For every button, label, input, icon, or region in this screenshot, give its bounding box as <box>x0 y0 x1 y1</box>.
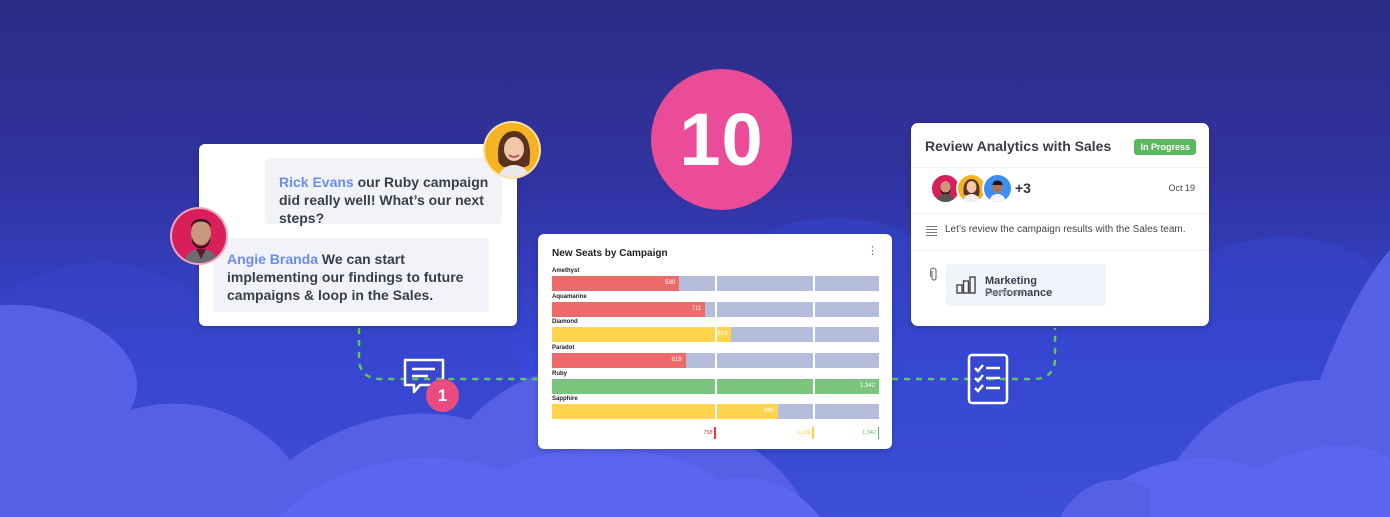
threshold-label: 1,106 <box>796 430 811 436</box>
threshold-marker <box>714 427 716 439</box>
bar-track: 814 <box>552 327 879 343</box>
category-label: Amethyst <box>552 268 580 274</box>
gridline <box>714 327 717 343</box>
divider <box>911 167 1209 168</box>
more-menu-icon[interactable]: ⋮ <box>867 246 878 257</box>
category-label: Aquamarine <box>552 293 587 300</box>
bar-value-label: 711 <box>691 305 702 312</box>
chart-row: Aquamarine 711 <box>552 294 879 320</box>
bar-value-label: 590 <box>665 280 676 286</box>
due-date: Oct 19 <box>1168 183 1195 193</box>
threshold-axis: 758 1,106 1,342 <box>552 427 879 441</box>
message-author[interactable]: Angie Branda <box>227 251 318 267</box>
number-badge: 10 <box>651 69 792 210</box>
bar[interactable] <box>552 353 686 369</box>
chart-row: Amethyst 590 <box>552 268 879 294</box>
message-author[interactable]: Rick Evans <box>279 174 354 190</box>
man-avatar <box>170 207 228 265</box>
bar[interactable] <box>552 404 779 420</box>
bar-value-label: 1,342 <box>859 382 875 389</box>
category-label: Ruby <box>552 370 567 377</box>
chart-row: Diamond 814 <box>552 319 879 345</box>
bar[interactable] <box>552 276 680 291</box>
woman-avatar <box>483 121 541 179</box>
bar-chart-icon <box>956 276 976 294</box>
checklist-icon[interactable] <box>967 353 1009 405</box>
category-label: Sapphire <box>552 396 578 403</box>
paperclip-icon <box>930 267 937 281</box>
threshold-label: 1,342 <box>862 430 876 436</box>
bar[interactable] <box>552 301 706 317</box>
gridline <box>812 276 815 291</box>
bar-track: 619 <box>552 353 879 369</box>
gridline <box>714 404 717 420</box>
gridline <box>812 404 815 420</box>
attachment-subtitle: Dashboard <box>985 288 1025 297</box>
bar-value-label: 814 <box>717 331 728 338</box>
task-description: Let’s review the campaign results with t… <box>945 224 1186 235</box>
assignee-avatar <box>982 173 1013 204</box>
chat-card: Rick Evans our Ruby campaign did really … <box>199 144 517 326</box>
chat-message: Rick Evans our Ruby campaign did really … <box>265 158 502 226</box>
chart-title: New Seats by Campaign <box>552 248 668 259</box>
threshold-label: 758 <box>703 430 713 436</box>
gridline <box>812 353 815 369</box>
bar-track: 711 <box>552 301 879 317</box>
status-badge[interactable]: In Progress <box>1134 139 1196 155</box>
bar-value-label: 619 <box>671 357 682 364</box>
divider <box>911 213 1209 214</box>
threshold-marker <box>877 427 879 439</box>
chart-row: Paradot 619 <box>552 345 879 371</box>
category-label: Paradot <box>552 345 575 352</box>
gridline <box>812 301 815 317</box>
gridline <box>714 301 717 317</box>
chart-bars: Amethyst 590 Aquamarine 711 Diamond 814 Parado… <box>552 268 879 422</box>
chat-message: Angie Branda We can start implementing o… <box>213 238 489 312</box>
category-label: Diamond <box>552 319 578 326</box>
bar-track: 980 <box>552 404 879 420</box>
threshold-marker <box>812 427 814 439</box>
gridline <box>812 378 815 394</box>
divider <box>911 250 1209 251</box>
extra-assignees-count[interactable]: +3 <box>1015 180 1031 196</box>
bar[interactable] <box>552 327 732 343</box>
chart-card: New Seats by Campaign ⋮ Amethyst 590 Aquam… <box>538 234 892 449</box>
task-card[interactable]: Review Analytics with Sales In Progress … <box>911 123 1209 326</box>
chart-row: Ruby 1,342 <box>552 371 879 397</box>
description-icon <box>926 226 937 238</box>
task-title: Review Analytics with Sales <box>925 138 1112 154</box>
attachment-item[interactable]: Marketing Performance Dashboard <box>946 264 1106 306</box>
chart-row: Sapphire 980 <box>552 396 879 422</box>
bar-value-label: 980 <box>764 408 775 415</box>
gridline <box>714 276 717 291</box>
bar-track: 1,342 <box>552 378 879 394</box>
gridline <box>714 378 717 394</box>
unread-count-badge: 1 <box>426 379 459 412</box>
bar-track: 590 <box>552 276 879 291</box>
gridline <box>714 353 717 369</box>
gridline <box>812 327 815 343</box>
